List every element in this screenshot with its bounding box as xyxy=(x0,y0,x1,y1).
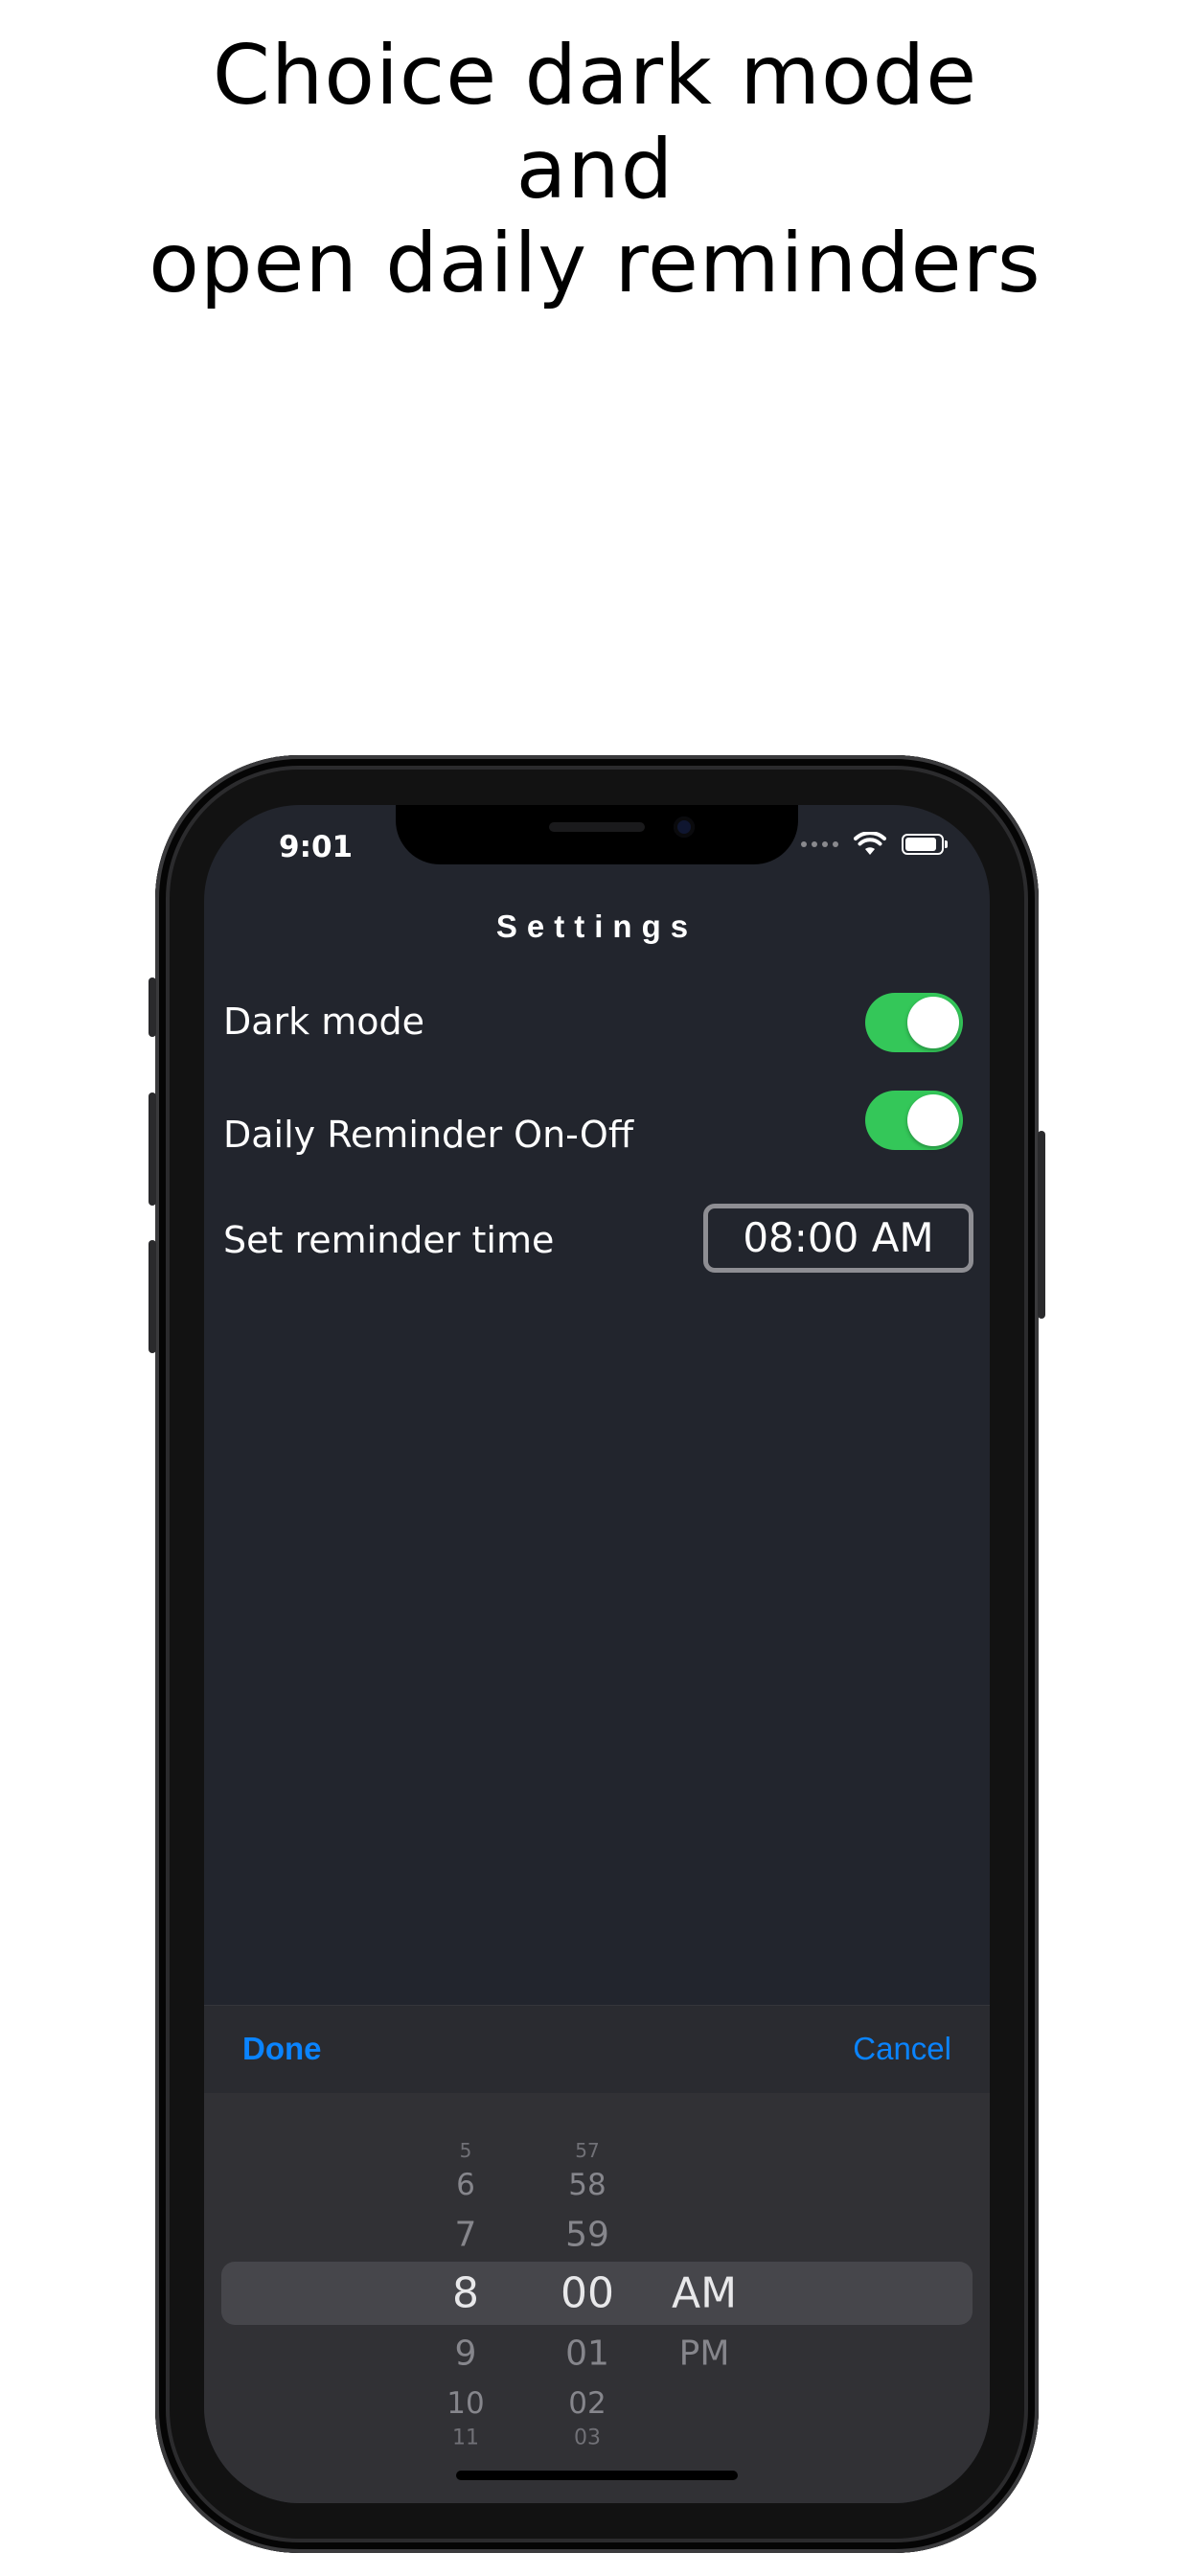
dark-mode-label: Dark mode xyxy=(223,1000,425,1043)
picker-toolbar: Done Cancel xyxy=(204,2005,990,2094)
battery-icon xyxy=(902,834,948,855)
volume-up-button xyxy=(149,1092,156,1206)
time-picker[interactable]: 5 6 7 8 9 10 11 57 58 59 00 01 02 03 AM … xyxy=(204,2093,990,2503)
wifi-icon xyxy=(854,832,886,855)
headline-line-1: Choice dark mode xyxy=(212,28,978,124)
page-title: Settings xyxy=(495,908,698,944)
daily-reminder-toggle[interactable] xyxy=(865,1091,963,1150)
power-button xyxy=(1038,1131,1045,1319)
reminder-time-label: Set reminder time xyxy=(223,1219,555,1261)
minute-option[interactable]: 03 xyxy=(574,2426,601,2450)
front-camera xyxy=(674,816,695,838)
silent-switch xyxy=(149,978,156,1037)
done-button[interactable]: Done xyxy=(242,2031,322,2067)
phone-screen: 9:01 Settings Dark mode Daily Reminder O… xyxy=(204,805,990,2503)
minute-option-selected[interactable]: 00 xyxy=(561,2269,614,2318)
status-icons xyxy=(801,832,948,857)
home-indicator xyxy=(456,2471,738,2480)
headline-line-3: open daily reminders xyxy=(149,216,1041,311)
status-time: 9:01 xyxy=(279,830,354,864)
hour-option[interactable]: 5 xyxy=(460,2139,472,2162)
volume-down-button xyxy=(149,1240,156,1353)
signal-icon xyxy=(801,841,838,847)
toggle-knob xyxy=(907,997,959,1048)
headline-line-2: and xyxy=(515,122,675,218)
dark-mode-toggle[interactable] xyxy=(865,993,963,1052)
daily-reminder-label: Daily Reminder On-Off xyxy=(223,1114,634,1156)
reminder-time-field[interactable]: 08:00 AM xyxy=(703,1204,973,1273)
toggle-knob xyxy=(907,1094,959,1146)
speaker-grille xyxy=(549,822,645,832)
hour-option-selected[interactable]: 8 xyxy=(452,2269,479,2318)
minute-option[interactable]: 59 xyxy=(565,2216,609,2255)
minute-option[interactable]: 58 xyxy=(568,2168,606,2202)
hour-option[interactable]: 10 xyxy=(446,2386,484,2421)
period-option-selected[interactable]: AM xyxy=(672,2269,737,2318)
cancel-button[interactable]: Cancel xyxy=(853,2031,951,2067)
hour-option[interactable]: 9 xyxy=(455,2334,477,2374)
hour-option[interactable]: 7 xyxy=(455,2216,477,2255)
minute-option[interactable]: 01 xyxy=(565,2334,609,2374)
minute-option[interactable]: 57 xyxy=(575,2139,599,2162)
period-option[interactable]: PM xyxy=(679,2334,730,2374)
minute-option[interactable]: 02 xyxy=(568,2386,606,2421)
hour-option[interactable]: 11 xyxy=(452,2426,479,2450)
notch xyxy=(396,805,798,864)
promo-headline: Choice dark mode and open daily reminder… xyxy=(0,29,1190,310)
hour-option[interactable]: 6 xyxy=(456,2168,475,2202)
